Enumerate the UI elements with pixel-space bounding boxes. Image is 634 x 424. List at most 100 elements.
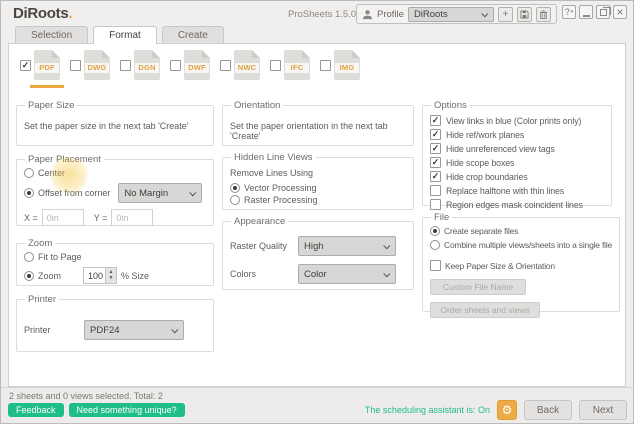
ifc-file-icon[interactable]: IFC [284,50,310,80]
dwg-checkbox[interactable] [70,59,81,71]
profile-select[interactable]: DiRoots [407,6,494,22]
raster-quality-row: Raster Quality High [230,236,406,256]
offset-from-corner-radio[interactable] [24,188,34,198]
printer-group: Printer Printer PDF24 [16,294,214,352]
footer-actions: The scheduling assistant is: On ⚙ Back N… [365,400,627,420]
back-button[interactable]: Back [524,400,572,420]
offset-radio-row: Offset from corner No Margin [24,183,206,203]
need-something-unique-button[interactable]: Need something unique? [68,403,185,417]
keep-paper-size-row: Keep Paper Size & Orientation [430,260,612,271]
dgn-file-icon[interactable]: DGN [134,50,160,80]
option-row: Hide crop boundaries [430,171,604,182]
vector-processing-label: Vector Processing [244,183,317,193]
keep-paper-size-checkbox[interactable] [430,260,441,271]
add-profile-button[interactable]: + [497,6,513,22]
vector-processing-radio[interactable] [230,183,240,193]
colors-select[interactable]: Color [298,264,396,284]
restore-button[interactable] [596,5,611,19]
ifc-checkbox[interactable] [270,59,281,71]
x-offset-input[interactable]: 0in [41,209,84,226]
center-radio-label: Center [38,168,66,178]
hidden-line-views-group: Hidden Line Views Remove Lines Using Vec… [222,152,414,210]
selection-status: 2 sheets and 0 views selected. Total: 2 [9,391,163,401]
nwc-checkbox[interactable] [220,59,231,71]
orientation-group: Orientation Set the paper orientation in… [222,100,414,146]
create-separate-files-radio[interactable] [430,226,440,236]
img-file-icon[interactable]: IMG [334,50,360,80]
hide-scope-boxes-checkbox[interactable] [430,157,441,168]
minimize-button[interactable] [579,5,593,19]
zoom-percent-stepper[interactable]: 100 ▲ ▼ [83,267,118,284]
chevron-down-icon [171,325,179,333]
img-label: IMG [335,63,359,73]
pdf-checkbox[interactable] [20,59,31,71]
tab-format[interactable]: Format [93,26,157,44]
tab-selection-label: Selection [31,29,73,41]
scheduling-assistant-status: The scheduling assistant is: On [364,405,490,415]
colors-row: Colors Color [230,264,406,284]
region-edges-mask-checkbox[interactable] [430,199,441,210]
next-button[interactable]: Next [579,400,627,420]
raster-quality-value: High [304,240,324,252]
paper-size-title: Paper Size [28,100,75,111]
logo-dot: . [68,5,73,22]
delete-profile-button[interactable] [535,6,551,22]
view-links-in-blue-checkbox[interactable] [430,115,441,126]
nwc-file-icon[interactable]: NWC [234,50,260,80]
img-checkbox[interactable] [320,59,331,71]
zoom-percent-value: 100 [87,270,104,281]
hide-unreferenced-view-tags-checkbox[interactable] [430,143,441,154]
raster-processing-radio[interactable] [230,195,240,205]
pdf-file-icon[interactable]: PDF [30,50,64,88]
raster-quality-select[interactable]: High [298,236,396,256]
raster-processing-label: Raster Processing [244,195,318,205]
fit-to-page-radio[interactable] [24,252,34,262]
save-profile-button[interactable] [516,6,532,22]
margin-select-value: No Margin [124,187,169,199]
format-item-ifc: IFC [270,50,310,80]
save-icon [520,9,529,19]
gear-icon: ⚙ [501,403,513,417]
scheduler-settings-button[interactable]: ⚙ [497,400,517,420]
option-row: Region edges mask coincident lines [430,199,604,210]
tab-selection[interactable]: Selection [15,26,89,43]
format-item-img: IMG [320,50,360,80]
paper-size-group: Paper Size Set the paper size in the nex… [16,100,214,146]
option-row: Hide unreferenced view tags [430,143,604,154]
dwf-checkbox[interactable] [170,59,181,71]
printer-select-value: PDF24 [90,324,120,336]
appearance-title: Appearance [234,216,286,227]
margin-select[interactable]: No Margin [118,183,203,203]
options-group: Options View links in blue (Color prints… [422,100,612,210]
close-button[interactable]: × [613,5,627,19]
dwf-file-icon[interactable]: DWF [184,50,210,80]
combine-single-file-radio[interactable] [430,240,440,250]
center-radio[interactable] [24,168,34,178]
custom-file-name-button[interactable]: Custom File Name [430,279,526,295]
keep-paper-size-label: Keep Paper Size & Orientation [445,260,555,271]
combine-single-file-row: Combine multiple views/sheets into a sin… [430,240,612,250]
tab-create[interactable]: Create [161,26,224,43]
hide-ref-work-planes-label: Hide ref/work planes [446,129,525,140]
person-icon [362,9,373,19]
offset-radio-label: Offset from corner [38,188,111,198]
hide-ref-work-planes-checkbox[interactable] [430,129,441,140]
dgn-checkbox[interactable] [120,59,131,71]
raster-processing-row: Raster Processing [230,195,406,205]
percent-size-label: % Size [121,270,150,281]
order-sheets-views-button[interactable]: Order sheets and views [430,302,540,318]
stepper-arrows-icon[interactable]: ▲ ▼ [105,268,117,283]
file-group: File Create separate files Combine multi… [422,212,621,318]
printer-select[interactable]: PDF24 [84,320,184,340]
feedback-button[interactable]: Feedback [8,403,64,417]
y-offset-input[interactable]: 0in [111,209,154,226]
help-button[interactable]: ? ▾ [562,5,576,19]
dwg-file-icon[interactable]: DWG [84,50,110,80]
orientation-note: Set the paper orientation in the next ta… [230,121,388,141]
orientation-title: Orientation [234,100,281,111]
replace-halftone-checkbox[interactable] [430,185,441,196]
profile-select-value: DiRoots [413,8,448,20]
zoom-radio[interactable] [24,270,34,281]
hide-crop-boundaries-checkbox[interactable] [430,171,441,182]
tab-create-label: Create [177,29,208,41]
